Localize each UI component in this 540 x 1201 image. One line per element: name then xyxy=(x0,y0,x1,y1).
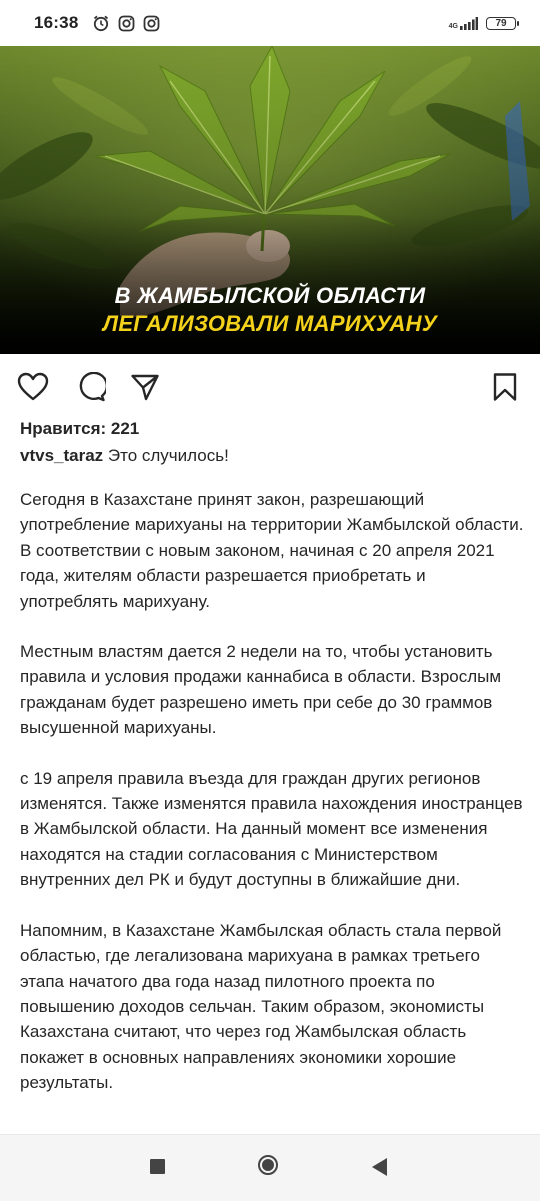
post-actions xyxy=(0,360,540,414)
alarm-icon xyxy=(94,15,109,32)
home-button[interactable] xyxy=(258,1155,278,1175)
post-image[interactable]: В ЖАМБЫЛСКОЙ ОБЛАСТИ ЛЕГАЛИЗОВАЛИ МАРИХУ… xyxy=(0,46,540,354)
caption-text: Это случилось! xyxy=(103,446,229,465)
paragraph: Сегодня в Казахстане принят закон, разре… xyxy=(20,490,524,611)
username-link[interactable]: vtvs_taraz xyxy=(20,446,103,465)
paragraph: Местным властям дается 2 недели на то, ч… xyxy=(20,642,502,738)
image-headline: В ЖАМБЫЛСКОЙ ОБЛАСТИ ЛЕГАЛИЗОВАЛИ МАРИХУ… xyxy=(0,282,540,338)
instagram-icon xyxy=(144,15,160,31)
likes-count[interactable]: Нравится: 221 xyxy=(20,416,524,442)
network-indicator: 4G xyxy=(448,16,478,30)
post-content: Нравится: 221 vtvs_taraz Это случилось! … xyxy=(20,416,524,1096)
like-button[interactable] xyxy=(16,370,50,404)
caption: vtvs_taraz Это случилось! xyxy=(20,443,524,469)
comment-button[interactable] xyxy=(74,370,108,404)
share-icon xyxy=(131,374,159,401)
status-bar: 16:38 4G 79 xyxy=(0,0,540,46)
headline-line-1: В ЖАМБЫЛСКОЙ ОБЛАСТИ xyxy=(114,283,426,308)
paragraph: Напомним, в Казахстане Жамбылская област… xyxy=(20,920,502,1093)
network-type: 4G xyxy=(448,22,458,30)
instagram-icon xyxy=(119,15,135,31)
save-button[interactable] xyxy=(488,370,522,404)
bookmark-icon xyxy=(493,373,517,401)
notification-icons xyxy=(92,14,160,32)
paragraph: с 19 апреля правила въезда для граждан д… xyxy=(20,768,523,890)
comment-icon xyxy=(79,372,106,402)
system-nav-bar xyxy=(0,1134,540,1201)
back-button[interactable] xyxy=(372,1158,387,1176)
clock: 16:38 xyxy=(34,13,79,32)
battery-level: 79 xyxy=(495,17,507,29)
heart-icon xyxy=(17,372,49,401)
headline-line-2: ЛЕГАЛИЗОВАЛИ МАРИХУАНУ xyxy=(102,311,438,336)
signal-icon xyxy=(460,16,478,30)
recents-button[interactable] xyxy=(150,1159,165,1174)
battery-icon: 79 xyxy=(486,16,519,30)
share-button[interactable] xyxy=(128,370,162,404)
